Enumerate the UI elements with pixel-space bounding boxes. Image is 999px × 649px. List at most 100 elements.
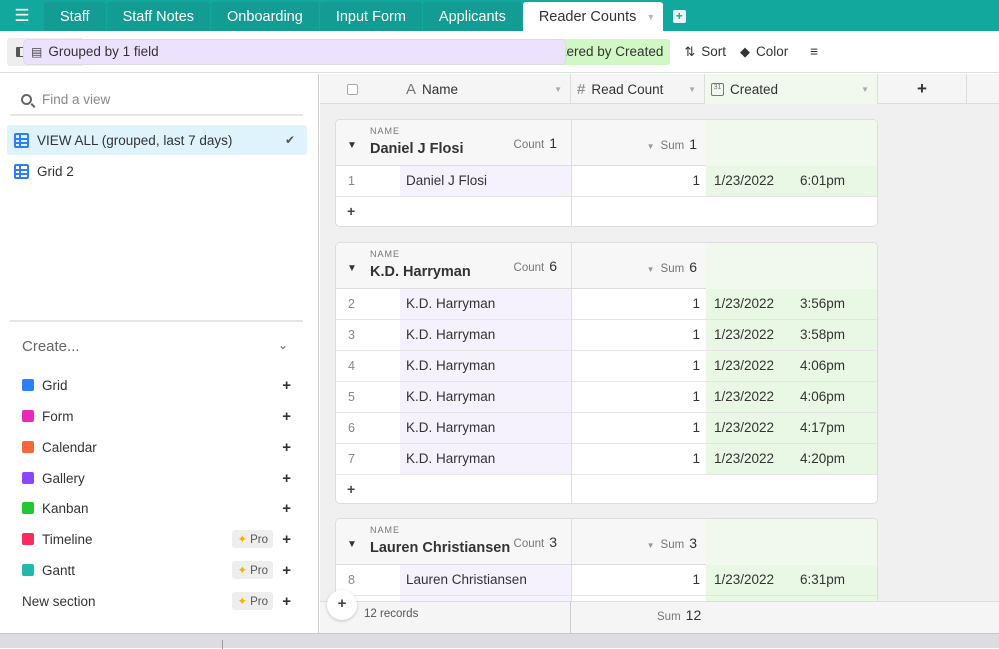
- created-cell[interactable]: 1/23/2022 6:31pm: [706, 565, 877, 595]
- select-all-checkbox[interactable]: [346, 83, 358, 95]
- plus-icon[interactable]: +: [282, 470, 291, 487]
- sum-label: Sum: [660, 539, 685, 551]
- chevron-down-icon[interactable]: ▼: [646, 12, 655, 22]
- column-header-read-count[interactable]: # Read Count ▼: [571, 74, 705, 104]
- collapse-triangle-icon[interactable]: ▼: [347, 539, 357, 550]
- tab-onboarding[interactable]: Onboarding: [211, 2, 319, 31]
- read-count-cell[interactable]: 1: [572, 173, 700, 188]
- row-number: 6: [348, 421, 355, 435]
- bottom-status-bar: [0, 633, 999, 649]
- plus-icon[interactable]: +: [282, 439, 291, 456]
- table-row[interactable]: 2 K.D. Harryman 1 1/23/2022 3:56pm: [336, 289, 877, 320]
- chevron-down-icon[interactable]: ▼: [647, 541, 655, 550]
- view-item-view-all[interactable]: VIEW ALL (grouped, last 7 days) ✔: [7, 125, 307, 155]
- created-cell[interactable]: 1/23/2022 4:17pm: [706, 413, 877, 443]
- read-count-cell[interactable]: 1: [572, 451, 700, 466]
- plus-icon[interactable]: +: [282, 408, 291, 425]
- group-field-label: NAME: [370, 525, 401, 535]
- menu-icon[interactable]: ☰: [0, 0, 44, 31]
- plus-icon[interactable]: +: [282, 593, 291, 610]
- name-cell[interactable]: Lauren Christiansen: [400, 565, 571, 595]
- count-label: Count: [513, 262, 545, 274]
- create-gallery[interactable]: Gallery +: [22, 467, 297, 489]
- add-record-button[interactable]: +: [336, 197, 877, 226]
- plus-icon[interactable]: +: [282, 531, 291, 548]
- group-button[interactable]: ▤ Grouped by 1 field: [23, 38, 566, 65]
- table-row[interactable]: 6 K.D. Harryman 1 1/23/2022 4:17pm: [336, 413, 877, 444]
- created-cell[interactable]: 1/23/2022 4:20pm: [706, 444, 877, 474]
- chevron-down-icon[interactable]: ⌄: [278, 338, 288, 352]
- create-form[interactable]: Form +: [22, 405, 297, 427]
- read-count-cell[interactable]: 1: [572, 327, 700, 342]
- name-cell[interactable]: K.D. Harryman: [400, 382, 571, 412]
- tab-input-form[interactable]: Input Form: [319, 2, 422, 31]
- create-new-section[interactable]: New section ✦ Pro +: [22, 590, 297, 612]
- column-header-name[interactable]: A Name ▼: [384, 74, 571, 104]
- column-header-created[interactable]: 31 Created ▼: [705, 74, 878, 104]
- created-cell[interactable]: 1/23/2022 6:01pm: [706, 166, 877, 196]
- table-tabs-bar: ☰ Staff Staff Notes Onboarding Input For…: [0, 0, 999, 31]
- group-sum: ▼ Sum 1: [647, 136, 697, 152]
- add-table-button[interactable]: +: [664, 2, 694, 31]
- plus-icon[interactable]: +: [282, 500, 291, 517]
- search-placeholder: Find a view: [42, 91, 111, 107]
- group-header[interactable]: ▼ NAME Lauren Christiansen Count 3 ▼ Sum 3: [336, 519, 877, 565]
- pro-label: Pro: [250, 596, 268, 608]
- read-count-cell[interactable]: 1: [572, 358, 700, 373]
- table-row[interactable]: 7 K.D. Harryman 1 1/23/2022 4:20pm: [336, 444, 877, 475]
- tab-staff[interactable]: Staff: [44, 2, 106, 31]
- collapse-triangle-icon[interactable]: ▼: [347, 140, 357, 151]
- create-kanban[interactable]: Kanban +: [22, 497, 297, 519]
- table-row[interactable]: 3 K.D. Harryman 1 1/23/2022 3:58pm: [336, 320, 877, 351]
- sparkle-icon: ✦: [237, 596, 248, 608]
- read-count-cell[interactable]: 1: [572, 572, 700, 587]
- add-record-button[interactable]: +: [336, 475, 877, 503]
- name-cell[interactable]: K.D. Harryman: [400, 444, 571, 474]
- row-height-button[interactable]: ≡: [810, 44, 818, 59]
- view-item-label: Grid 2: [37, 163, 74, 179]
- color-button[interactable]: ◆ Color: [740, 44, 788, 60]
- name-cell[interactable]: K.D. Harryman: [400, 320, 571, 350]
- pro-badge: ✦ Pro: [232, 530, 273, 548]
- table-row[interactable]: 1 Daniel J Flosi 1 1/23/2022 6:01pm: [336, 166, 877, 197]
- read-count-cell[interactable]: 1: [572, 296, 700, 311]
- table-row[interactable]: 5 K.D. Harryman 1 1/23/2022 4:06pm: [336, 382, 877, 413]
- view-item-grid-2[interactable]: Grid 2: [7, 156, 307, 186]
- plus-icon[interactable]: +: [282, 562, 291, 579]
- create-timeline[interactable]: Timeline ✦ Pro +: [22, 528, 297, 550]
- chevron-down-icon[interactable]: ▼: [647, 142, 655, 151]
- created-date: 1/23/2022: [714, 173, 775, 188]
- group-header[interactable]: ▼ NAME Daniel J Flosi Count 1 ▼ Sum 1: [336, 120, 877, 166]
- add-record-fab[interactable]: +: [327, 590, 357, 620]
- chevron-down-icon[interactable]: ▼: [861, 85, 869, 94]
- created-cell[interactable]: 1/23/2022 4:06pm: [706, 382, 877, 412]
- chevron-down-icon[interactable]: ▼: [688, 85, 696, 94]
- name-cell[interactable]: K.D. Harryman: [400, 289, 571, 319]
- created-cell[interactable]: 1/23/2022 3:56pm: [706, 289, 877, 319]
- plus-icon[interactable]: +: [282, 377, 291, 394]
- create-gantt[interactable]: Gantt ✦ Pro +: [22, 559, 297, 581]
- created-cell[interactable]: 1/23/2022 4:06pm: [706, 351, 877, 381]
- add-field-button[interactable]: +: [878, 74, 967, 104]
- name-cell[interactable]: Daniel J Flosi: [400, 166, 571, 196]
- tab-applicants[interactable]: Applicants: [422, 2, 522, 31]
- name-cell[interactable]: K.D. Harryman: [400, 351, 571, 381]
- read-count-cell[interactable]: 1: [572, 389, 700, 404]
- read-count-cell[interactable]: 1: [572, 420, 700, 435]
- number-field-icon: #: [577, 80, 586, 98]
- tab-reader-counts[interactable]: Reader Counts ▼: [522, 2, 664, 31]
- create-grid[interactable]: Grid +: [22, 374, 297, 396]
- sort-button[interactable]: ⇅ Sort: [684, 44, 726, 60]
- created-cell[interactable]: 1/23/2022 3:58pm: [706, 320, 877, 350]
- table-row[interactable]: 8 Lauren Christiansen 1 1/23/2022 6:31pm: [336, 565, 877, 596]
- group-header[interactable]: ▼ NAME K.D. Harryman Count 6 ▼ Sum 6: [336, 243, 877, 289]
- tab-staff-notes[interactable]: Staff Notes: [106, 2, 211, 31]
- name-cell[interactable]: K.D. Harryman: [400, 413, 571, 443]
- chevron-down-icon[interactable]: ▼: [554, 85, 562, 94]
- total-sum[interactable]: Sum 12: [657, 607, 701, 623]
- find-view-input[interactable]: Find a view: [10, 84, 303, 116]
- chevron-down-icon[interactable]: ▼: [647, 265, 655, 274]
- table-row[interactable]: 4 K.D. Harryman 1 1/23/2022 4:06pm: [336, 351, 877, 382]
- create-calendar[interactable]: Calendar +: [22, 436, 297, 458]
- collapse-triangle-icon[interactable]: ▼: [347, 263, 357, 274]
